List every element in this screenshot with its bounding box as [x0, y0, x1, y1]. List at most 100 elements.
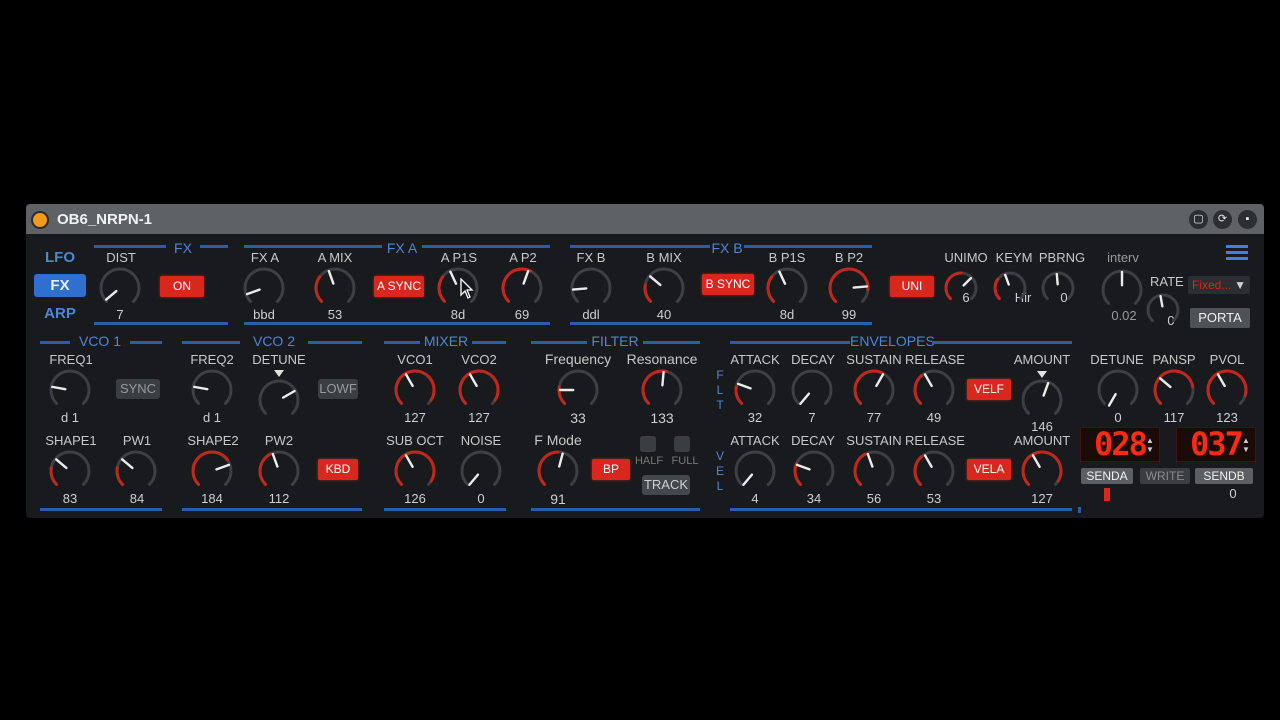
kbd-button[interactable]: KBD: [318, 459, 358, 480]
velf-button[interactable]: VELF: [967, 379, 1011, 400]
fmode-knob[interactable]: [535, 448, 581, 494]
amix-knob[interactable]: [312, 265, 358, 311]
flt-letter-f: F: [716, 368, 724, 382]
flt-sustain-label: SUSTAIN: [846, 352, 902, 367]
freq2-knob[interactable]: [189, 367, 235, 413]
detune-center-marker-icon: [274, 370, 284, 377]
keym-label: KEYM: [995, 250, 1033, 265]
menu-icon[interactable]: [1226, 243, 1248, 261]
write-button[interactable]: WRITE: [1140, 468, 1190, 484]
vel-release-knob[interactable]: [911, 448, 957, 494]
keym-knob[interactable]: [991, 269, 1029, 307]
vel-amount-label: AMOUNT: [1013, 433, 1071, 448]
track-button[interactable]: TRACK: [642, 475, 690, 495]
bp-button[interactable]: BP: [592, 459, 630, 480]
mix-vco1-knob[interactable]: [392, 367, 438, 413]
vel-decay-label: DECAY: [791, 433, 835, 448]
porta-button[interactable]: PORTA: [1190, 308, 1250, 328]
flt-amount-knob[interactable]: [1019, 377, 1065, 423]
rate-knob[interactable]: [1144, 291, 1182, 329]
bp2-knob[interactable]: [826, 265, 872, 311]
b-sync-button[interactable]: B SYNC: [702, 274, 754, 295]
freq1-knob[interactable]: [47, 367, 93, 413]
save-icon[interactable]: ▪: [1238, 210, 1257, 229]
full-toggle[interactable]: [674, 436, 690, 452]
section-vco1: VCO 1: [78, 333, 121, 349]
fx-on-button[interactable]: ON: [160, 276, 204, 297]
bmix-knob[interactable]: [641, 265, 687, 311]
vel-letter-e: E: [715, 464, 724, 478]
senda-button[interactable]: SENDA: [1081, 468, 1133, 484]
lowf-button[interactable]: LOWF: [318, 379, 358, 399]
unimo-knob[interactable]: [942, 269, 980, 307]
vela-button[interactable]: VELA: [967, 459, 1011, 480]
resonance-knob[interactable]: [639, 367, 685, 413]
suboct-knob[interactable]: [392, 448, 438, 494]
full-label: FULL: [671, 455, 699, 467]
unimo-label: UNIMO: [944, 250, 988, 265]
vel-decay-knob[interactable]: [791, 448, 837, 494]
noise-knob[interactable]: [458, 448, 504, 494]
vel-attack-knob[interactable]: [732, 448, 778, 494]
sendb-button[interactable]: SENDB: [1195, 468, 1253, 484]
fxa-label: FX A: [250, 250, 280, 265]
rate-mode-value: Fixed...: [1192, 278, 1232, 292]
mixer-vco2-label: VCO2: [461, 352, 497, 367]
pbrng-knob[interactable]: [1039, 269, 1077, 307]
synth-device: OB6_NRPN-1 ▢ ⟳ ▪ LFO FX ARP FX FX A FX B…: [26, 204, 1264, 518]
led-a-stepper-icon[interactable]: ▲ ▼: [1146, 436, 1154, 454]
nav-arp[interactable]: ARP: [34, 302, 86, 325]
fxb-knob[interactable]: [568, 265, 614, 311]
sync-button[interactable]: SYNC: [116, 379, 160, 399]
device-power-icon[interactable]: [31, 211, 49, 229]
mouse-cursor-icon: [460, 278, 474, 299]
global-detune-knob[interactable]: [1095, 367, 1141, 413]
fxa-knob[interactable]: [241, 265, 287, 311]
section-fx: FX: [174, 240, 192, 256]
flt-sustain-knob[interactable]: [851, 367, 897, 413]
noise-label: NOISE: [460, 433, 502, 448]
section-fx-b: FX B: [711, 240, 743, 256]
flt-release-knob[interactable]: [911, 367, 957, 413]
dist-label: DIST: [106, 250, 136, 265]
expand-icon[interactable]: ▢: [1189, 210, 1208, 229]
shape2-label: SHAPE2: [187, 433, 239, 448]
pansp-knob[interactable]: [1151, 367, 1197, 413]
bp2-label: B P2: [834, 250, 864, 265]
vel-letter-v: V: [715, 449, 724, 463]
pw2-knob[interactable]: [256, 448, 302, 494]
interv-knob[interactable]: [1099, 267, 1145, 313]
flt-attack-knob[interactable]: [732, 367, 778, 413]
shape1-knob[interactable]: [47, 448, 93, 494]
ap1s-knob[interactable]: [435, 265, 481, 311]
rate-mode-dropdown[interactable]: Fixed... ▼: [1188, 276, 1250, 294]
led-b-stepper-icon[interactable]: ▲ ▼: [1242, 436, 1250, 454]
frequency-knob[interactable]: [555, 367, 601, 413]
vel-sustain-knob[interactable]: [851, 448, 897, 494]
nav-fx[interactable]: FX: [34, 274, 86, 297]
section-fx-a: FX A: [386, 240, 418, 256]
uni-button[interactable]: UNI: [890, 276, 934, 297]
pvol-knob[interactable]: [1204, 367, 1250, 413]
ap2-knob[interactable]: [499, 265, 545, 311]
pansp-label: PANSP: [1152, 352, 1196, 367]
mixer-vco1-label: VCO1: [397, 352, 433, 367]
bp1s-knob[interactable]: [764, 265, 810, 311]
flt-attack-label: ATTACK: [730, 352, 780, 367]
a-sync-button[interactable]: A SYNC: [374, 276, 424, 297]
dist-knob[interactable]: [97, 265, 143, 311]
refresh-icon[interactable]: ⟳: [1213, 210, 1232, 229]
vel-sustain-label: SUSTAIN: [846, 433, 902, 448]
senda-meter: [1104, 488, 1110, 501]
flt-decay-knob[interactable]: [789, 367, 835, 413]
vel-amount-knob[interactable]: [1019, 448, 1065, 494]
pw1-label: PW1: [122, 433, 152, 448]
detune-knob[interactable]: [256, 377, 302, 423]
mix-vco2-knob[interactable]: [456, 367, 502, 413]
vel-attack-label: ATTACK: [730, 433, 780, 448]
pw1-knob[interactable]: [113, 448, 159, 494]
nav-lfo[interactable]: LFO: [34, 246, 86, 269]
half-label: HALF: [634, 455, 664, 467]
half-toggle[interactable]: [640, 436, 656, 452]
shape2-knob[interactable]: [189, 448, 235, 494]
